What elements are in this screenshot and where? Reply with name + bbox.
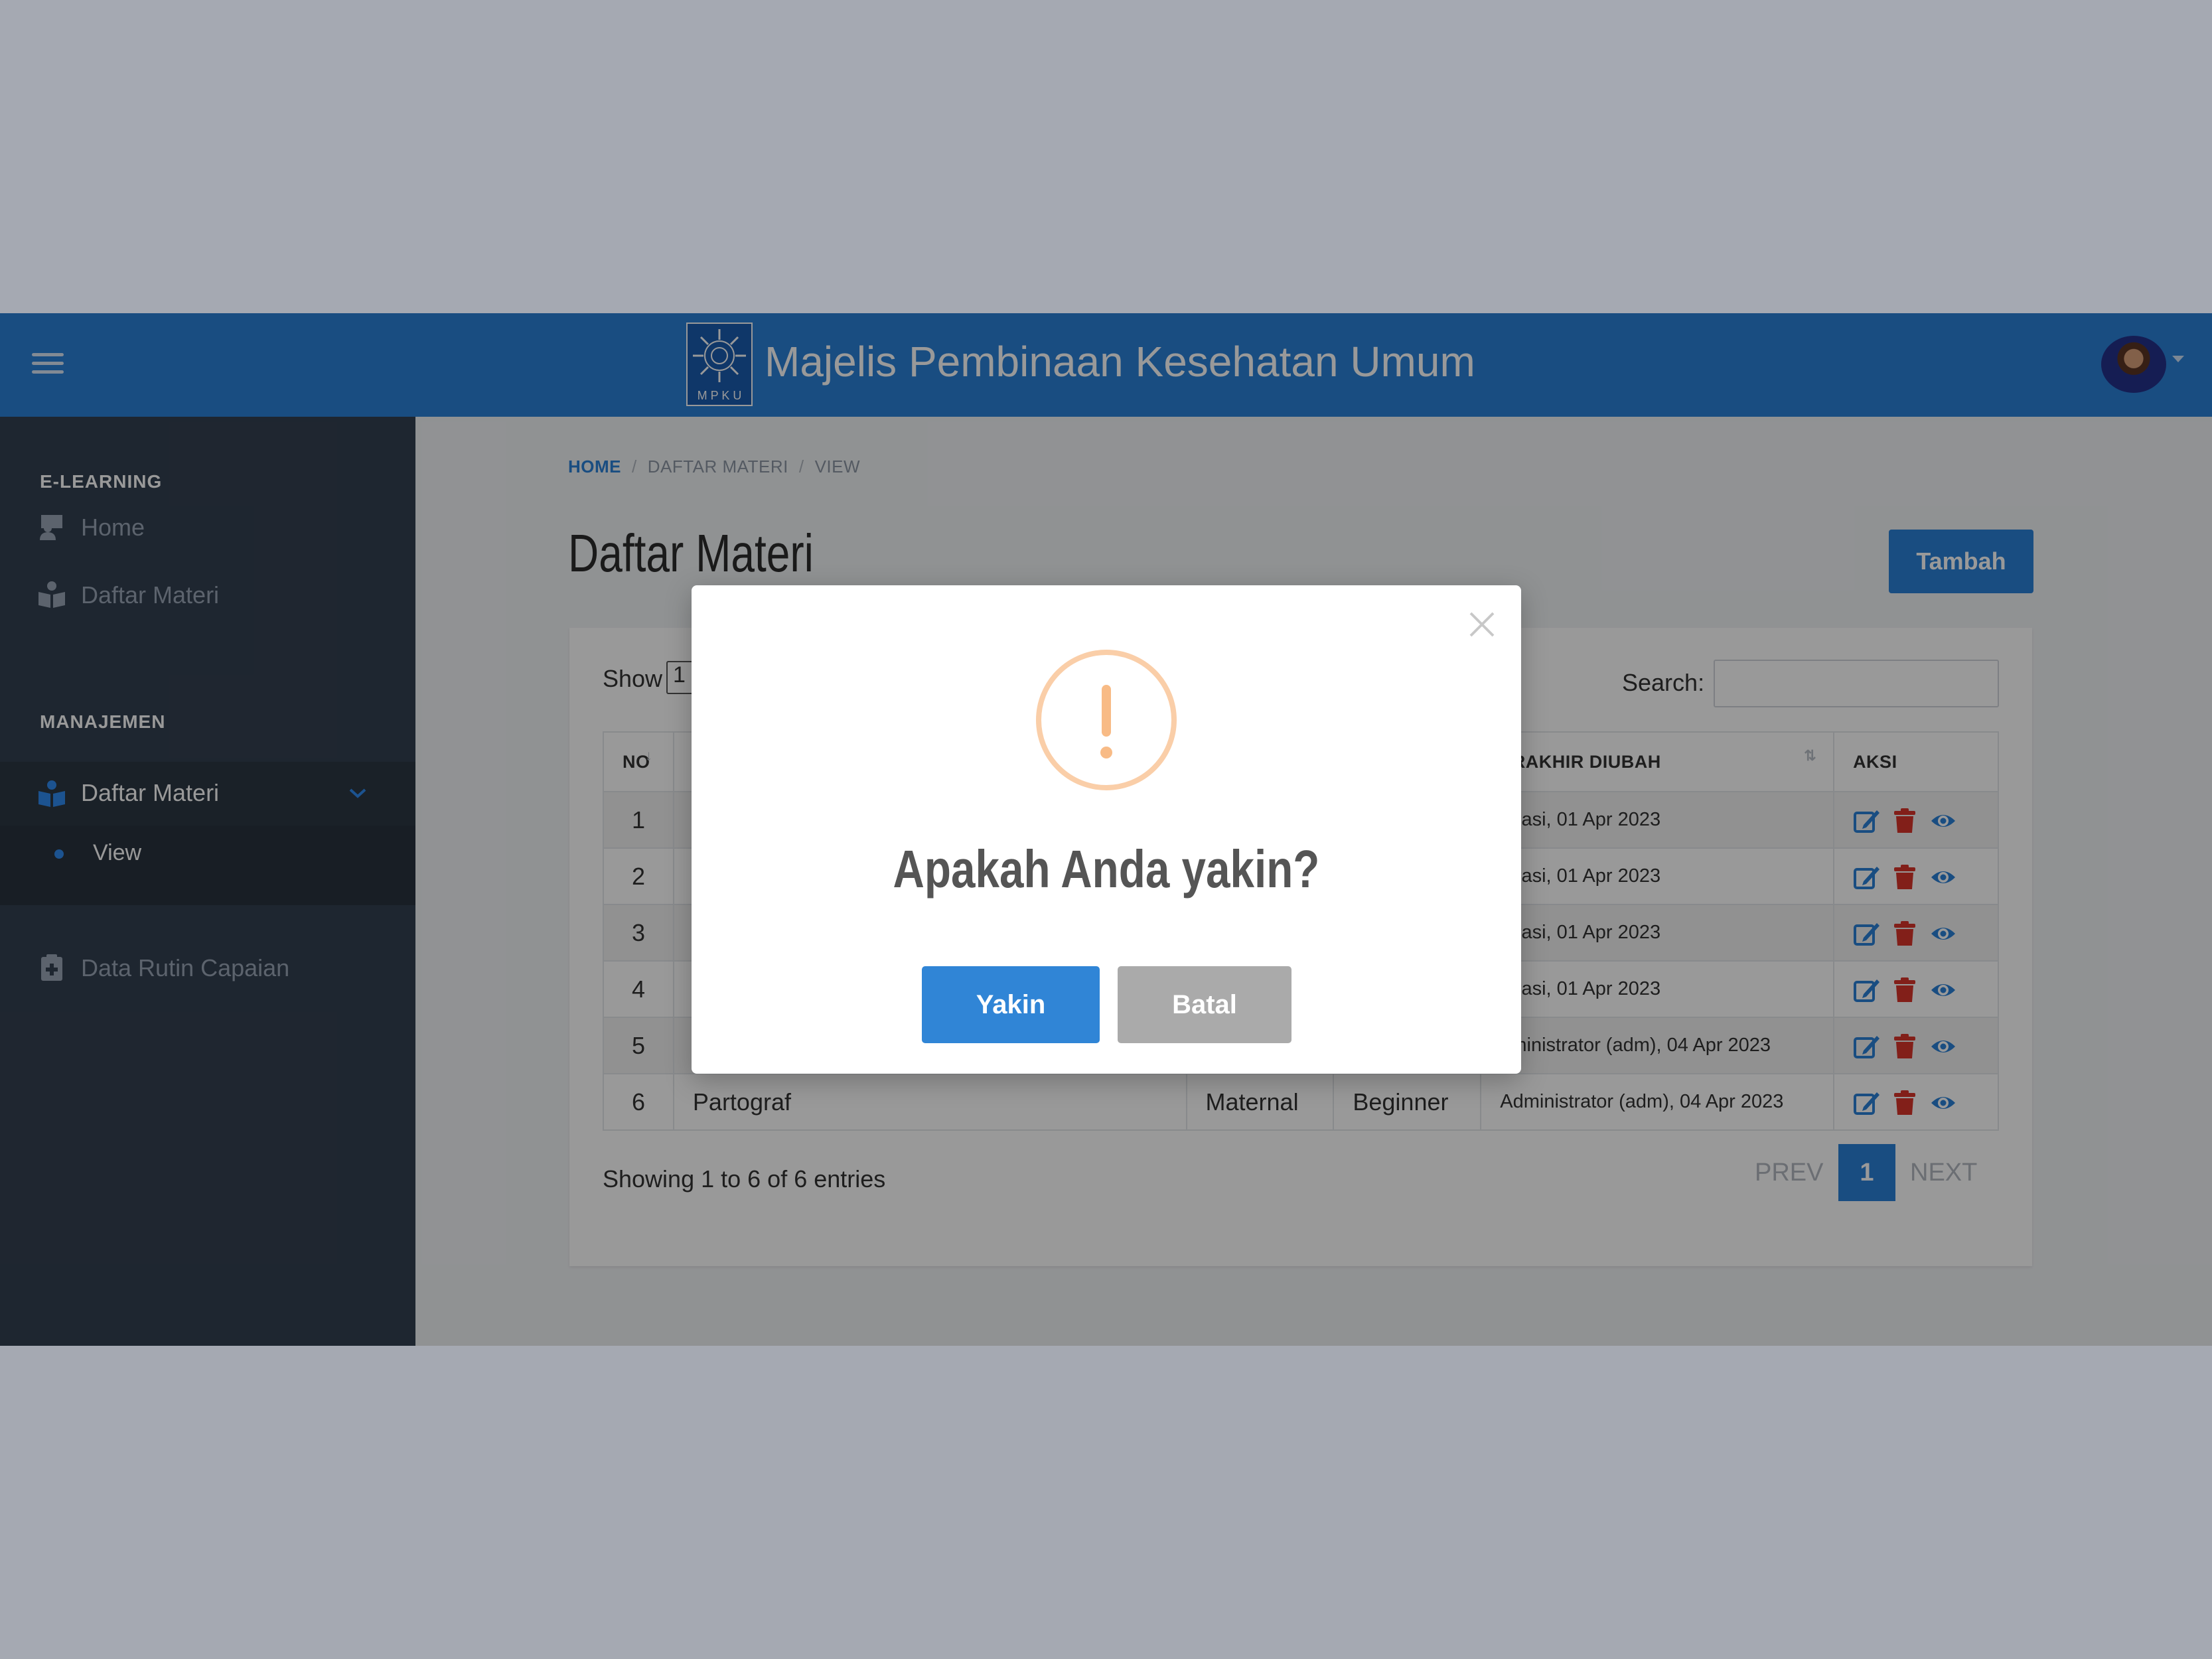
confirm-dialog: Apakah Anda yakin? Yakin Batal [692, 585, 1521, 1074]
confirm-button[interactable]: Yakin [922, 966, 1100, 1043]
cancel-button[interactable]: Batal [1118, 966, 1291, 1043]
warning-exclamation-icon [1036, 650, 1177, 790]
dialog-title: Apakah Anda yakin? [893, 839, 1320, 899]
close-icon[interactable] [1465, 608, 1499, 641]
